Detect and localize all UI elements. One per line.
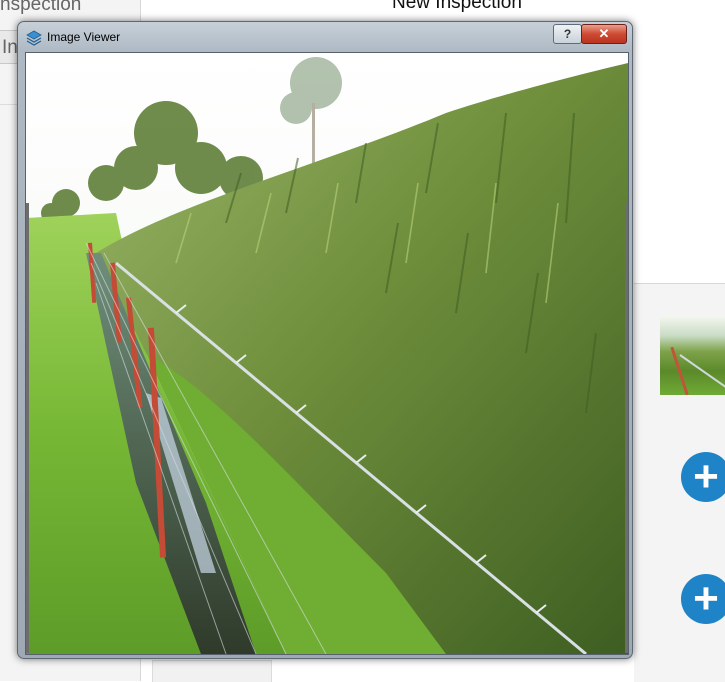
image-view[interactable] [25,52,629,655]
bottom-cell [152,660,272,682]
add-image-button-2[interactable]: + [681,574,725,624]
tab-inspection[interactable]: nspection [0,0,81,16]
title-bar[interactable]: Image Viewer ? ✕ [18,22,632,52]
scrollbar-right[interactable] [625,203,628,653]
close-button[interactable]: ✕ [581,24,627,44]
scrollbar-left [26,203,29,653]
add-image-button[interactable]: + [681,452,725,502]
image-viewer-dialog: Image Viewer ? ✕ [17,21,633,659]
help-button[interactable]: ? [553,24,582,44]
page-title: New Inspection [392,0,522,13]
field-photo [26,53,628,654]
dialog-title: Image Viewer [47,30,121,44]
image-thumbnail[interactable] [660,316,725,395]
layers-icon [26,30,42,46]
wire-icon [679,354,725,391]
